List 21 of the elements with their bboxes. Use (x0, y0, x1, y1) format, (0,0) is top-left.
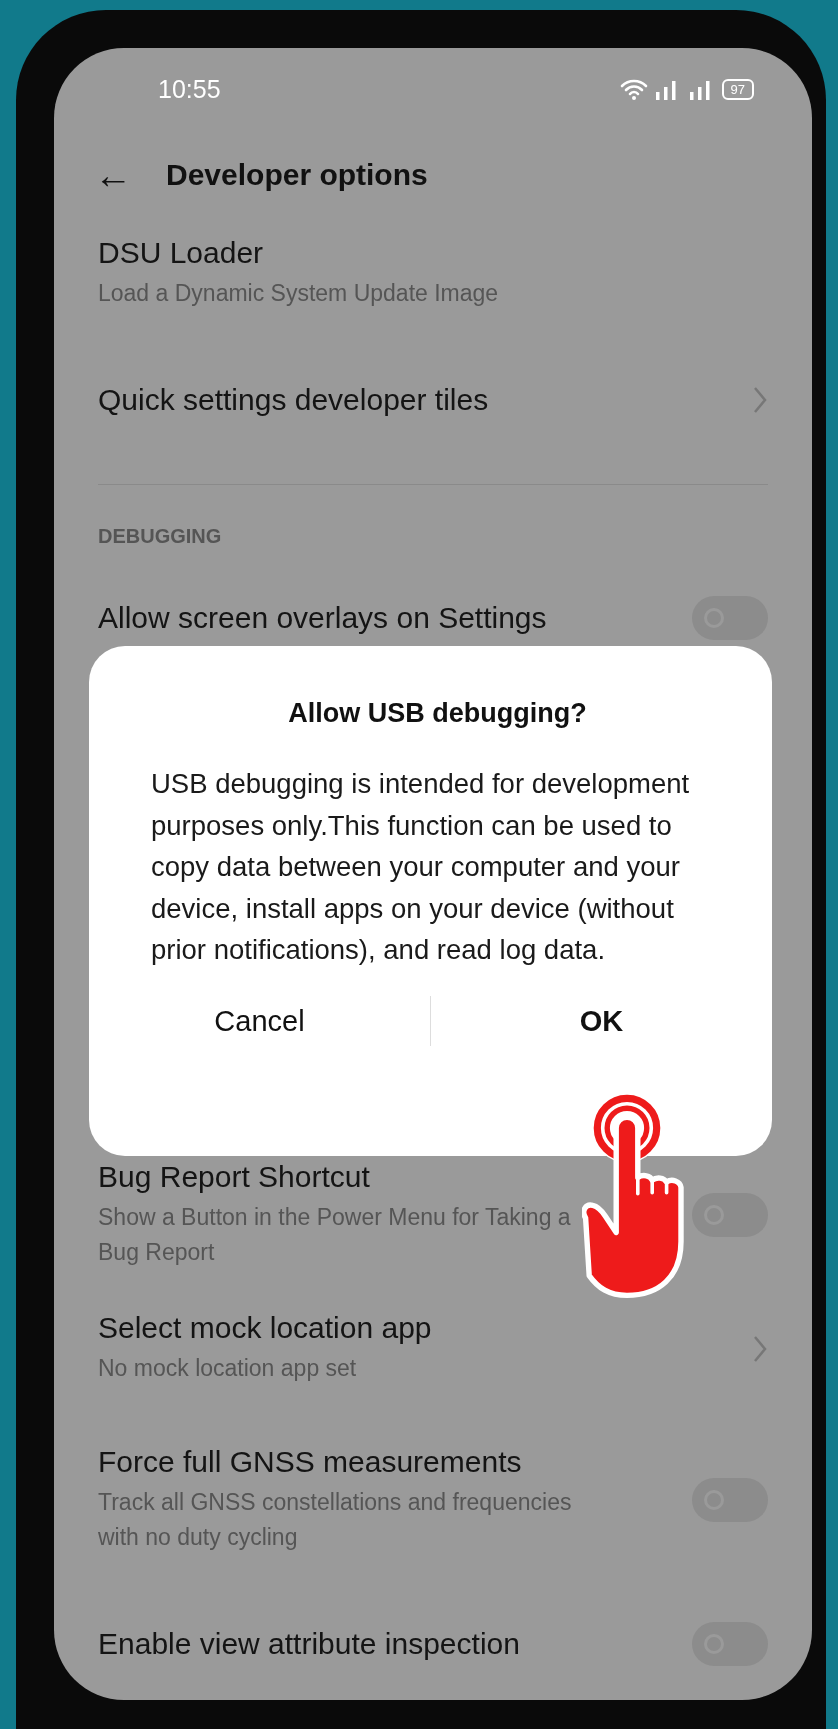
cancel-button[interactable]: Cancel (89, 994, 430, 1048)
setting-title: Select mock location app (98, 1310, 432, 1345)
setting-description: Show a Button in the Power Menu for Taking a Bug Report (98, 1202, 572, 1268)
wifi-icon (619, 78, 648, 100)
ok-button[interactable]: OK (431, 994, 772, 1048)
setting-description: No mock location app set (98, 1353, 358, 1383)
back-button[interactable]: ← (94, 153, 132, 197)
setting-title: Enable view attribute inspection (98, 1626, 520, 1661)
page-title: Developer options (166, 158, 428, 192)
setting-title: Allow screen overlays on Settings (98, 600, 547, 635)
setting-title: Quick settings developer tiles (98, 382, 489, 417)
setting-description: Load a Dynamic System Update Image (98, 279, 499, 308)
setting-title: Bug Report Shortcut (98, 1159, 371, 1194)
setting-title: DSU Loader (98, 236, 265, 270)
battery-indicator: 97 (721, 78, 754, 100)
setting-description: Track all GNSS constellations and frequencies with no duty cycling (98, 1487, 573, 1553)
status-time: 10:55 (158, 74, 221, 104)
section-header: DEBUGGING (98, 524, 223, 548)
dialog-title: Allow USB debugging? (287, 698, 588, 729)
setting-title: Force full GNSS measurements (98, 1444, 523, 1479)
dialog-message: USB debugging is intended for development purposes only.This function can be used to copy data between your computer and your device, install apps on your device (without prior notifications), and read log data. (151, 767, 691, 967)
